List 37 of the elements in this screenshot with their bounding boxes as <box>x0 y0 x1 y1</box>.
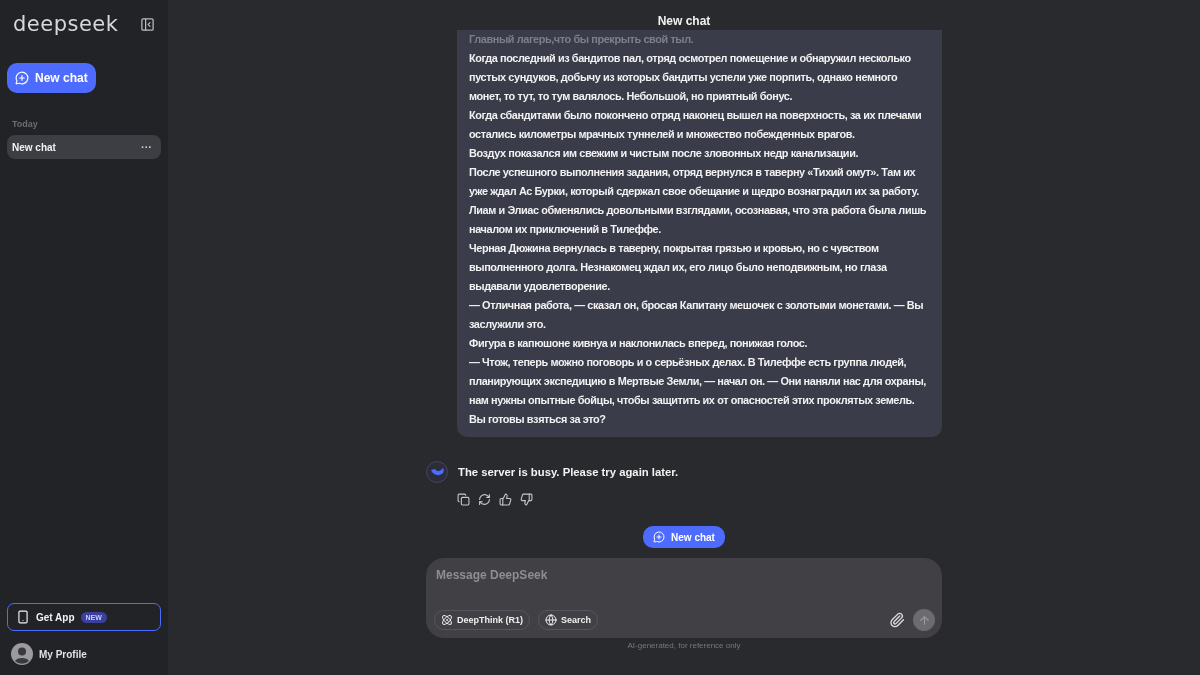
globe-icon <box>545 614 557 626</box>
chat-title-header: New chat <box>657 13 711 30</box>
regenerate-icon[interactable] <box>478 493 491 506</box>
profile-name: My Profile <box>39 648 87 660</box>
avatar-icon <box>11 643 33 665</box>
message-text: Воздух показался им свежим и чистым после зловонных недр канализации. <box>469 146 860 161</box>
copy-icon[interactable] <box>457 493 470 506</box>
disclaimer: AI-generated, for reference only <box>626 641 742 650</box>
message-text: Когда сбандитами было покончено отряд наконец вышел на поверхность, за их плечами остались километры мрачных туннелей и множество побежденных врагов. <box>469 108 923 142</box>
attach-icon[interactable] <box>889 612 905 628</box>
new-chat-button[interactable]: New chat <box>7 63 96 93</box>
message-text: Когда последний из бандитов пал, отряд осмотрел помещение и обнаружил несколько пустых сундуков, добычу из которых бандиты успели уже порпить, однако немного монет, то тут, то тум валялось. Небольшой, но приятный бонус. <box>469 51 912 104</box>
chat-plus-icon <box>15 71 29 85</box>
new-chat-button[interactable]: New chat <box>643 526 725 548</box>
message-text: После успешного выполнения задания, отряд вернулся в таверну «Тихий омут». Там их уже ждал Ас Бурки, который сдержал свое обещание и щедро вознаградил их за работу. Лиам и Элиас обменялись довольными взглядами, осознавая, что эта работа была лишь началом их приключений в Тилеффе. <box>469 165 928 237</box>
atom-icon <box>441 614 453 626</box>
assistant-message: The server is busy. Please try again later. <box>458 466 679 478</box>
message-text: — Чтож, теперь можно поговорь и о серьёзных делах. В Тилеффе есть группа людей, планирующих экспедицию в Мертвые Земли, — начал он. — Они наняли нас для охраны, нам нужны опытные бойцы, чтобы защитить их от опасностей этих проклятых земель. Вы готовы взяться за это? <box>469 355 927 427</box>
send-button[interactable] <box>913 609 935 631</box>
chat-title: New chat <box>12 141 56 153</box>
collapse-sidebar-icon[interactable] <box>140 16 155 32</box>
section-heading: Today <box>11 119 39 129</box>
logo: deepseek <box>13 12 119 36</box>
phone-icon <box>16 610 30 624</box>
message-text: Главный лагерь,что бы прекрыть свой тыл. <box>469 32 695 47</box>
profile-link[interactable]: My Profile <box>7 631 161 665</box>
chat-plus-icon <box>653 531 666 543</box>
thumbs-down-icon[interactable] <box>520 493 533 506</box>
thumbs-up-icon[interactable] <box>499 493 512 506</box>
message-text: Фигура в капюшоне кивнуа и наклонилась вперед, понижая голос. <box>469 336 809 351</box>
arrow-up-icon <box>917 613 931 627</box>
more-menu[interactable]: ··· <box>141 141 156 153</box>
message-text: Черная Дюжина вернулась в таверну, покрытая грязью и кровью, но с чувством выполненного долга. Незнакомец ждал их, его лицо было неподвижным, но глаза выдавали удовлетворение. <box>469 241 888 294</box>
whale-logo-icon <box>426 461 448 483</box>
message-composer[interactable]: Message DeepSeek DeepThink (R1) Search <box>426 558 942 638</box>
chat-history-item[interactable]: New chat ··· <box>7 135 161 159</box>
message-text: — Отличная работа, — сказал он, бросая Капитану мешочек с золотыми монетами. — Вы заслужили это. <box>469 298 925 332</box>
